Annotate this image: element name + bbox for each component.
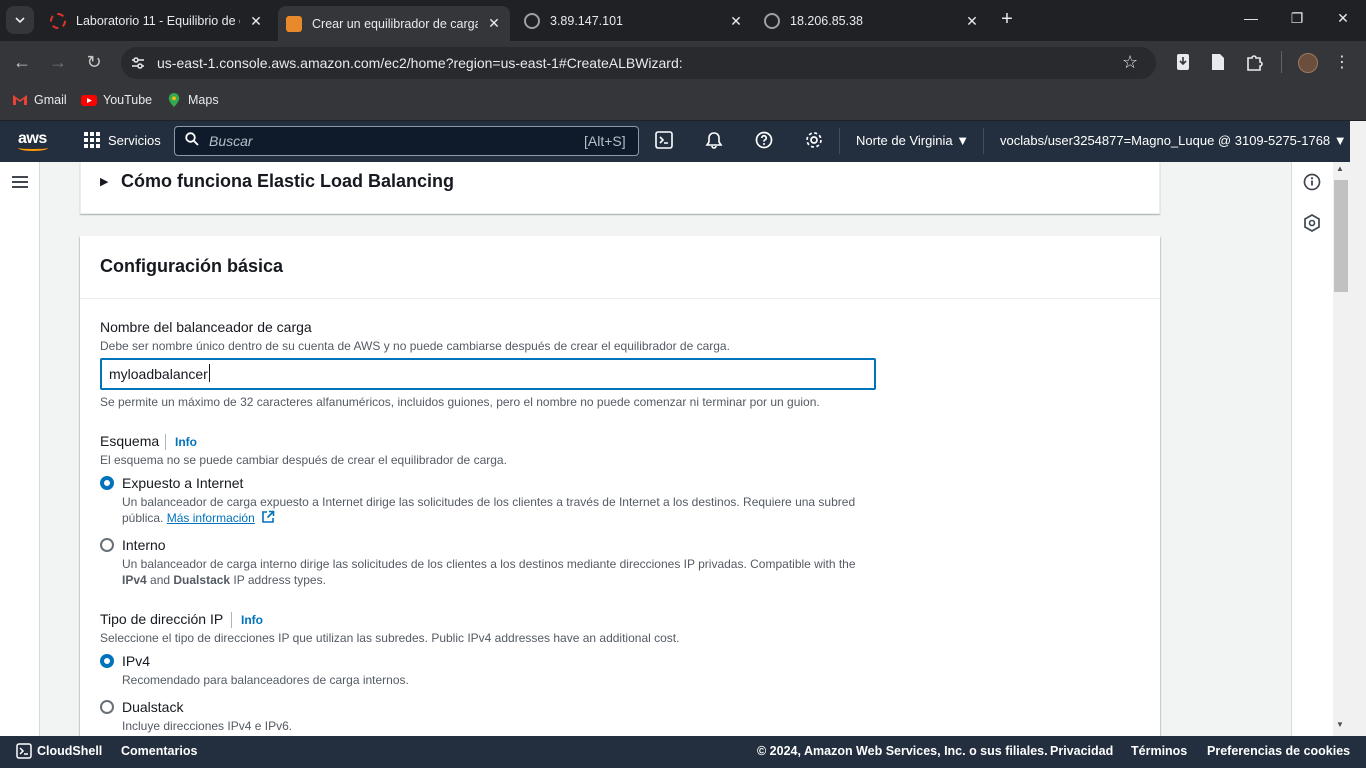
settings-gear-icon[interactable] [805, 131, 823, 149]
basic-config-title: Configuración básica [100, 256, 284, 276]
how-elb-works-heading[interactable]: Cómo funciona Elastic Load Balancing [121, 171, 454, 192]
external-link-icon [262, 510, 275, 523]
lab-favicon-icon [50, 13, 66, 29]
tab-search-button[interactable] [6, 6, 34, 34]
reload-button[interactable]: ↻ [82, 52, 106, 73]
globe-icon [524, 13, 540, 29]
text-cursor [209, 364, 210, 382]
search-shortcut: [Alt+S] [584, 133, 626, 149]
document-extension-icon[interactable] [1209, 53, 1227, 71]
menu-hamburger-icon[interactable] [12, 176, 28, 188]
scheme-info-link[interactable]: Info [175, 435, 197, 449]
basic-config-panel [80, 236, 1160, 746]
right-tools-rail [1291, 162, 1333, 736]
ip-ipv4-label[interactable]: IPv4 [122, 653, 150, 669]
site-settings-icon[interactable] [130, 55, 146, 71]
close-tab-icon[interactable]: ✕ [486, 15, 502, 32]
cloudshell-footer-icon[interactable] [16, 743, 32, 759]
ip-type-label: Tipo de dirección IP [100, 611, 224, 627]
new-tab-button[interactable]: + [996, 8, 1018, 31]
puzzle-extensions-icon[interactable] [1245, 53, 1263, 71]
lb-name-description: Debe ser nombre único dentro de su cuent… [100, 339, 730, 353]
learn-more-link[interactable]: Más información [167, 511, 255, 525]
nav-divider [839, 128, 840, 154]
ip-ipv4-desc: Recomendado para balanceadores de carga … [122, 673, 409, 687]
terms-link[interactable]: Términos [1131, 744, 1187, 758]
ip-type-info-link[interactable]: Info [241, 613, 263, 627]
lb-name-value: myloadbalancer [109, 366, 208, 382]
close-tab-icon[interactable]: ✕ [728, 13, 744, 30]
scrollbar-thumb[interactable] [1334, 180, 1348, 292]
chevron-down-icon [15, 17, 25, 24]
bookmark-star-icon[interactable]: ☆ [1122, 52, 1138, 73]
globe-icon [764, 13, 780, 29]
account-menu[interactable]: voclabs/user3254877=Magno_Luque @ 3109-5… [1000, 133, 1347, 148]
scroll-down-arrow[interactable]: ▼ [1336, 720, 1344, 729]
lb-name-label: Nombre del balanceador de carga [100, 319, 312, 335]
close-window-button[interactable]: ✕ [1333, 10, 1353, 27]
feedback-link[interactable]: Comentarios [121, 744, 197, 758]
nav-divider [983, 128, 984, 154]
services-menu[interactable]: Servicios [108, 133, 161, 148]
download-extension-icon[interactable] [1174, 53, 1192, 71]
scroll-up-arrow[interactable]: ▲ [1336, 164, 1344, 173]
privacy-link[interactable]: Privacidad [1050, 744, 1113, 758]
bookmark-maps[interactable]: Maps [166, 93, 219, 107]
maximize-button[interactable]: ❐ [1287, 10, 1307, 27]
bookmark-gmail[interactable]: Gmail [12, 93, 67, 107]
youtube-icon [81, 95, 97, 106]
close-tab-icon[interactable]: ✕ [964, 13, 980, 30]
lb-name-input[interactable] [100, 358, 876, 390]
cookie-preferences-link[interactable]: Preferencias de cookies [1207, 744, 1350, 758]
left-side-rail [0, 162, 40, 736]
ip-dualstack-label[interactable]: Dualstack [122, 699, 183, 715]
hexagon-tutorial-icon[interactable] [1303, 214, 1321, 232]
browser-tab-2[interactable]: Crear un equilibrador de carga ✕ [278, 6, 510, 41]
copyright-text: © 2024, Amazon Web Services, Inc. o sus … [757, 744, 1048, 758]
ip-type-description: Seleccione el tipo de direcciones IP que… [100, 631, 680, 645]
close-tab-icon[interactable]: ✕ [248, 13, 264, 30]
bookmark-youtube[interactable]: YouTube [81, 93, 152, 107]
browser-tab-3[interactable]: 3.89.147.101 ✕ [516, 6, 752, 36]
scheme-internal-desc: Un balanceador de carga interno dirige l… [122, 557, 856, 587]
toolbar-divider [1281, 51, 1282, 73]
notifications-bell-icon[interactable] [705, 131, 723, 149]
help-icon[interactable] [755, 131, 773, 149]
search-placeholder: Buscar [209, 133, 253, 149]
back-button[interactable]: ← [10, 52, 34, 73]
aws-favicon-icon [286, 15, 302, 32]
browser-tab-4[interactable]: 18.206.85.38 ✕ [756, 6, 988, 36]
scheme-description: El esquema no se puede cambiar después d… [100, 453, 507, 467]
lb-name-constraint: Se permite un máximo de 32 caracteres al… [100, 395, 820, 409]
url-text: us-east-1.console.aws.amazon.com/ec2/hom… [157, 55, 683, 71]
cloudshell-icon[interactable] [655, 131, 673, 149]
info-divider [231, 612, 232, 628]
maps-pin-icon [168, 93, 180, 107]
scheme-internet-facing-radio[interactable] [100, 476, 114, 490]
search-icon [185, 132, 199, 146]
ip-dualstack-radio[interactable] [100, 700, 114, 714]
scheme-internet-facing-desc: Un balanceador de carga expuesto a Inter… [122, 495, 856, 525]
profile-avatar[interactable] [1298, 53, 1318, 73]
ip-ipv4-radio[interactable] [100, 654, 114, 668]
browser-tab-1[interactable]: Laboratorio 11 - Equilibrio de c ✕ [42, 6, 272, 36]
gmail-icon [13, 95, 27, 105]
ip-dualstack-desc: Incluye direcciones IPv4 e IPv6. [122, 719, 293, 733]
region-selector[interactable]: Norte de Virginia ▼ [856, 133, 969, 148]
cloudshell-link[interactable]: CloudShell [37, 744, 102, 758]
info-panel-icon[interactable] [1303, 173, 1321, 191]
scheme-label: Esquema [100, 433, 160, 449]
services-grid-icon[interactable] [84, 132, 100, 148]
minimize-button[interactable]: — [1241, 10, 1261, 26]
forward-button[interactable]: → [46, 52, 70, 73]
scheme-internal-label[interactable]: Interno [122, 537, 166, 553]
browser-menu-icon[interactable]: ⋮ [1334, 52, 1350, 72]
scheme-internet-facing-label[interactable]: Expuesto a Internet [122, 475, 243, 491]
expand-caret-icon[interactable]: ▶ [100, 175, 108, 188]
scheme-internal-radio[interactable] [100, 538, 114, 552]
outer-scrollbar[interactable] [1350, 121, 1366, 736]
info-divider [165, 434, 166, 450]
aws-smile-logo [18, 145, 48, 151]
